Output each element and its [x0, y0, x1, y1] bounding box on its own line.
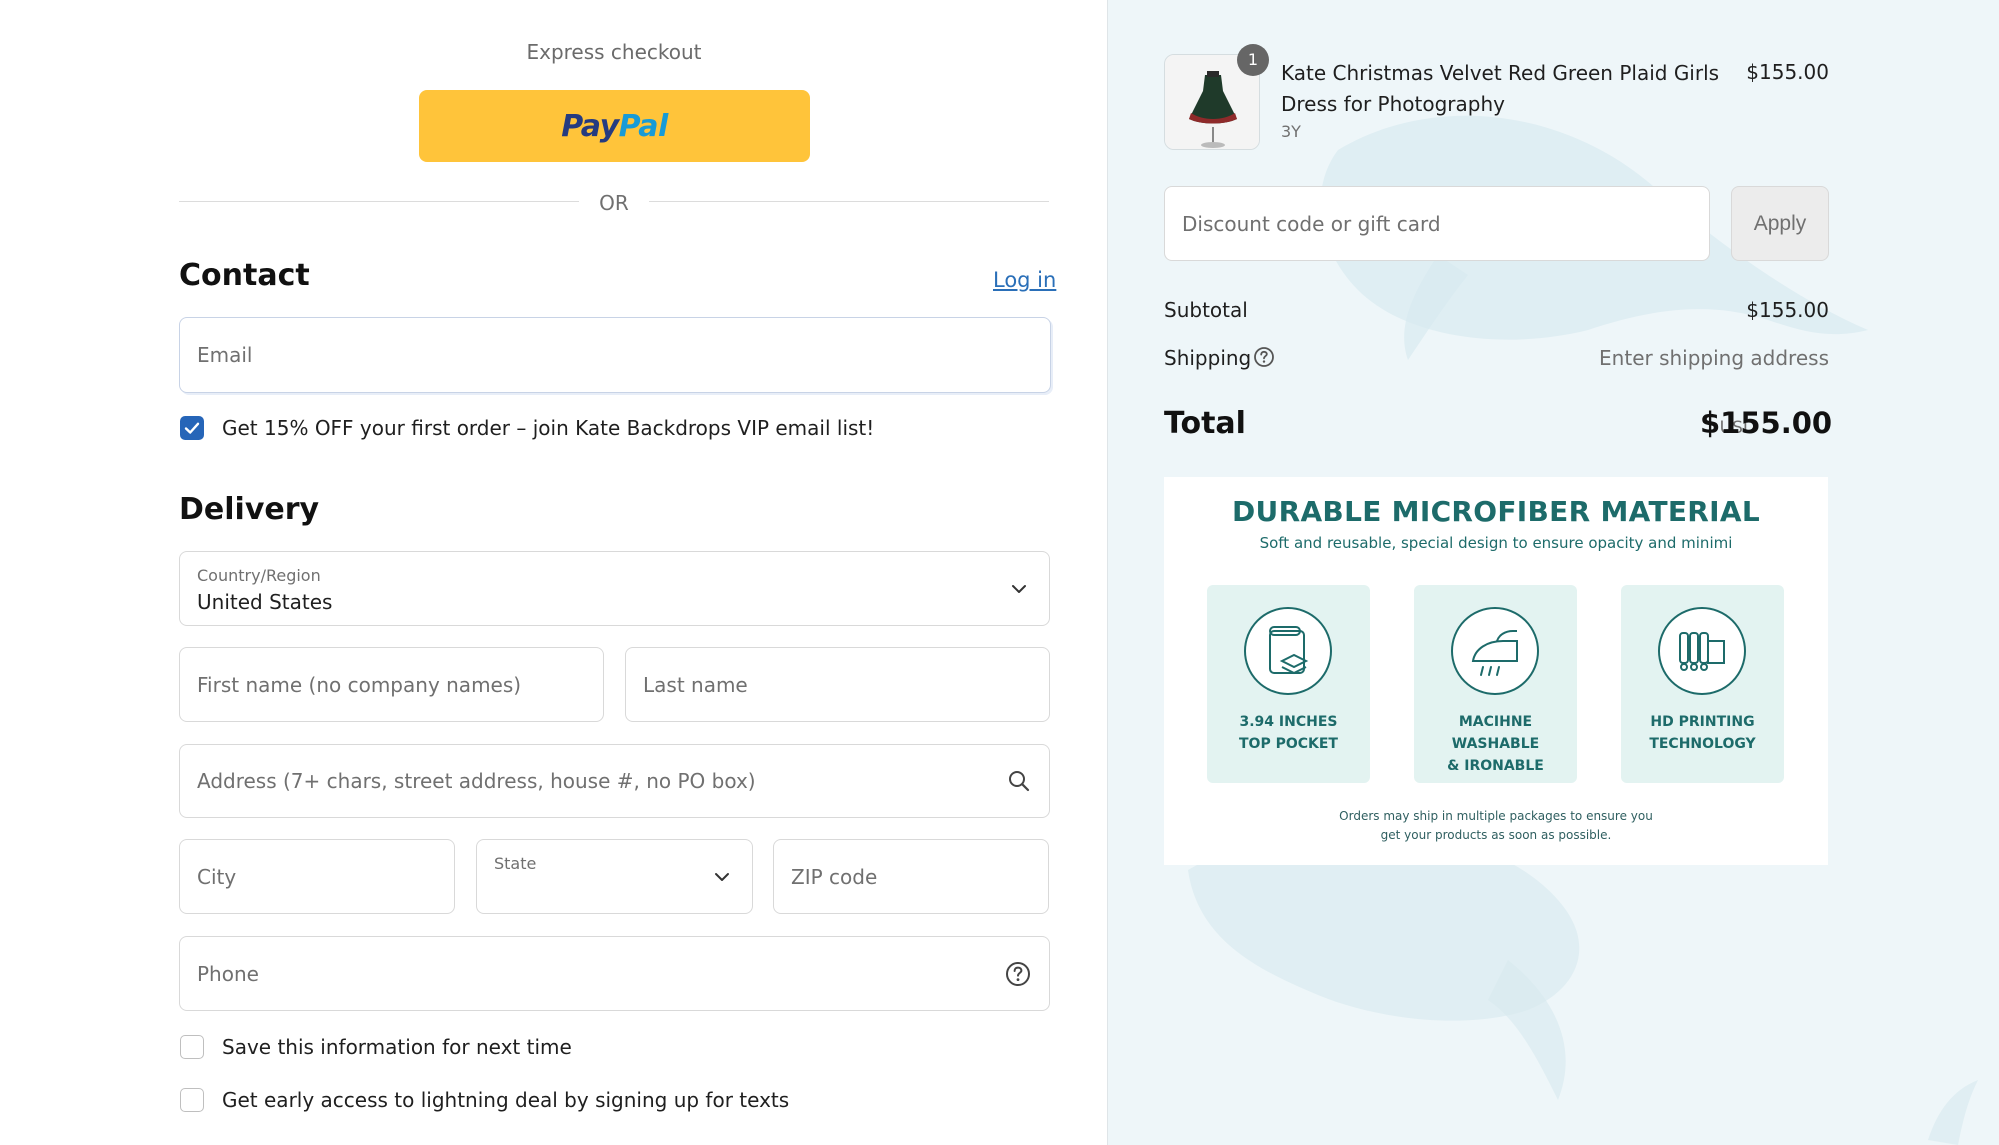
- texts-label: Get early access to lightning deal by si…: [222, 1088, 790, 1112]
- first-name-placeholder: First name (no company names): [197, 672, 522, 697]
- discount-code-field[interactable]: Discount code or gift card: [1164, 186, 1710, 261]
- save-info-checkbox[interactable]: [180, 1035, 204, 1059]
- vip-checkbox-label: Get 15% OFF your first order – join Kate…: [222, 416, 875, 440]
- vip-checkbox[interactable]: [180, 416, 204, 440]
- subtotal-label: Subtotal: [1164, 298, 1248, 322]
- discount-placeholder: Discount code or gift card: [1182, 211, 1441, 236]
- paypal-logo-pay: Pay: [561, 108, 619, 144]
- checkout-form-column: Express checkout Pay Pal OR Contact Log i…: [0, 0, 1107, 1145]
- tile-1-line2: TOP POCKET: [1239, 736, 1338, 752]
- country-value: United States: [197, 590, 333, 614]
- product-variant: 3Y: [1281, 122, 1301, 141]
- address-field[interactable]: Address (7+ chars, street address, house…: [179, 744, 1050, 818]
- state-label: State: [494, 854, 537, 873]
- zip-field[interactable]: ZIP code: [773, 839, 1049, 914]
- shipping-label: Shipping: [1164, 346, 1252, 370]
- banner-subtitle: Soft and reusable, special design to ens…: [1259, 534, 1733, 552]
- paypal-button[interactable]: Pay Pal: [419, 90, 810, 162]
- first-name-field[interactable]: First name (no company names): [179, 647, 604, 722]
- feature-tile-pocket: 3.94 INCHES TOP POCKET: [1207, 585, 1370, 783]
- zip-placeholder: ZIP code: [791, 864, 878, 889]
- feature-tile-washable: MACIHNE WASHABLE & IRONABLE: [1414, 585, 1577, 783]
- tile-2-line2: & IRONABLE: [1447, 758, 1544, 774]
- tile-2-line1: MACIHNE WASHABLE: [1451, 714, 1540, 752]
- address-placeholder: Address (7+ chars, street address, house…: [197, 769, 756, 793]
- banner-title: DURABLE MICROFIBER MATERIAL: [1232, 495, 1760, 528]
- chevron-down-icon: [715, 872, 729, 881]
- last-name-placeholder: Last name: [643, 672, 748, 697]
- city-placeholder: City: [197, 864, 237, 889]
- email-field[interactable]: Email: [179, 317, 1051, 393]
- apply-button[interactable]: Apply: [1731, 186, 1829, 261]
- login-link[interactable]: Log in: [993, 268, 1056, 292]
- tile-1-line1: 3.94 INCHES: [1239, 714, 1338, 730]
- country-select[interactable]: Country/Region United States: [179, 551, 1050, 626]
- express-checkout-label: Express checkout: [526, 40, 702, 64]
- total-label: Total: [1164, 406, 1246, 441]
- banner-note-line2: get your products as soon as possible.: [1380, 828, 1612, 842]
- email-placeholder: Email: [197, 343, 253, 367]
- shipping-help-icon[interactable]: [1253, 346, 1275, 368]
- chevron-down-icon: [1012, 584, 1026, 593]
- total-value: $155.00: [1700, 406, 1833, 440]
- paypal-logo-pal: Pal: [618, 108, 669, 144]
- state-select[interactable]: State: [476, 839, 753, 914]
- quantity-badge: 1: [1237, 44, 1269, 76]
- shipping-value: Enter shipping address: [1599, 346, 1829, 370]
- iron-icon: [1451, 607, 1539, 695]
- phone-field[interactable]: Phone: [179, 936, 1050, 1011]
- product-price: $155.00: [1746, 60, 1829, 84]
- contact-heading: Contact: [179, 258, 310, 293]
- search-icon[interactable]: [1007, 769, 1031, 793]
- last-name-field[interactable]: Last name: [625, 647, 1050, 722]
- city-field[interactable]: City: [179, 839, 455, 914]
- subtotal-value: $155.00: [1746, 298, 1829, 322]
- country-label: Country/Region: [197, 566, 321, 585]
- printing-icon: [1658, 607, 1746, 695]
- delivery-heading: Delivery: [179, 492, 320, 527]
- pocket-icon: [1244, 607, 1332, 695]
- tile-3-line2: TECHNOLOGY: [1649, 736, 1756, 752]
- banner-note-line1: Orders may ship in multiple packages to …: [1339, 809, 1653, 823]
- phone-placeholder: Phone: [197, 961, 259, 986]
- save-info-label: Save this information for next time: [222, 1035, 572, 1059]
- product-title: Kate Christmas Velvet Red Green Plaid Gi…: [1281, 61, 1720, 116]
- checkmark-icon: [184, 422, 200, 434]
- tile-3-line1: HD PRINTING: [1650, 714, 1755, 730]
- promo-banner: DURABLE MICROFIBER MATERIAL Soft and reu…: [1164, 477, 1828, 865]
- or-text: OR: [579, 191, 649, 215]
- help-icon[interactable]: [1005, 961, 1031, 987]
- feature-tile-printing: HD PRINTING TECHNOLOGY: [1621, 585, 1784, 783]
- banner-note: Orders may ship in multiple packages to …: [1284, 807, 1708, 845]
- texts-checkbox[interactable]: [180, 1088, 204, 1112]
